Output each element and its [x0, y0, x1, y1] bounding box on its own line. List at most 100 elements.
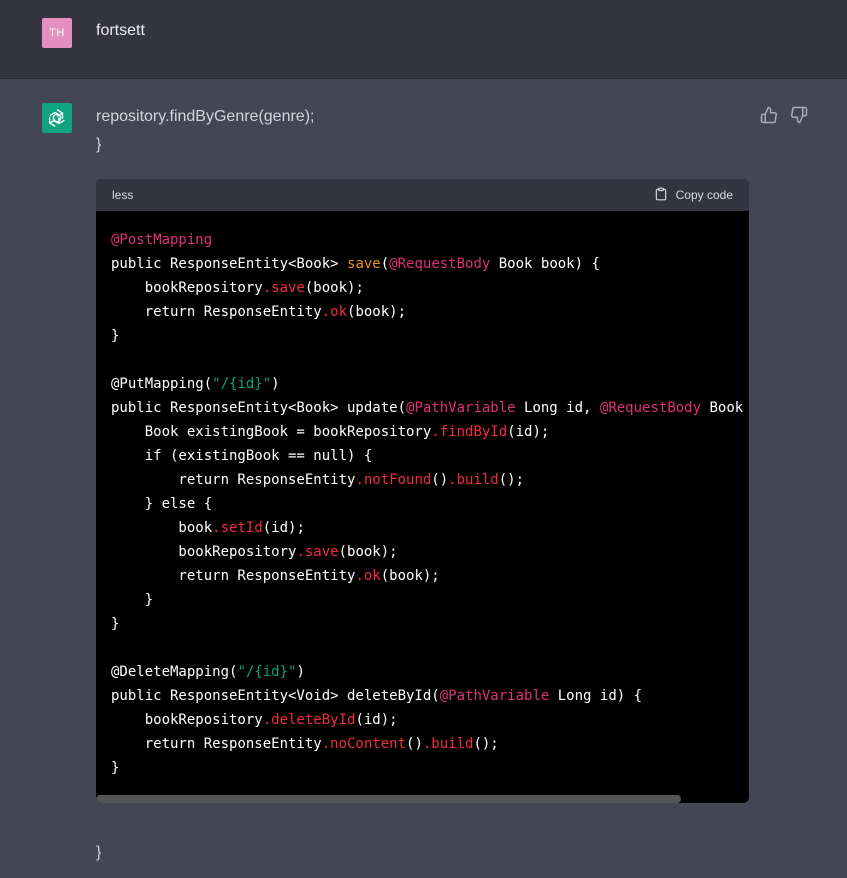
- code-token: }: [111, 592, 154, 608]
- code-line: public ResponseEntity<Book> update(@Path…: [111, 396, 743, 420]
- code-token: ): [296, 664, 305, 680]
- thumbs-down-icon[interactable]: [790, 106, 808, 124]
- code-token: @PathVariable: [439, 688, 550, 704]
- user-avatar: TH: [42, 18, 72, 48]
- code-token: return ResponseEntity: [111, 472, 356, 488]
- code-line: public ResponseEntity<Book> save(@Reques…: [111, 252, 734, 276]
- user-message-row: TH fortsett: [0, 0, 847, 79]
- code-line: }: [111, 756, 734, 780]
- code-token: }: [111, 328, 120, 344]
- copy-code-label: Copy code: [675, 188, 733, 202]
- code-line: return ResponseEntity.noContent().build(…: [111, 732, 734, 756]
- assistant-message-row: repository.findByGenre(genre); } less Co…: [0, 80, 847, 878]
- assistant-text-line: }: [96, 844, 102, 861]
- thumbs-up-icon[interactable]: [760, 106, 778, 124]
- code-token: .build: [422, 736, 474, 752]
- code-line: return ResponseEntity.notFound().build()…: [111, 468, 734, 492]
- code-token: Long id,: [515, 400, 600, 416]
- code-token: save: [347, 256, 381, 272]
- code-line: book.setId(id);: [111, 516, 734, 540]
- code-token: Book: [701, 400, 744, 416]
- code-token: @PutMapping(: [111, 376, 213, 392]
- code-language-label: less: [112, 188, 134, 202]
- clipboard-icon: [654, 187, 668, 204]
- code-token: (: [380, 256, 390, 272]
- user-message-text: fortsett: [96, 22, 145, 39]
- code-line: bookRepository.save(book);: [111, 276, 734, 300]
- code-line: public ResponseEntity<Void> deleteById(@…: [111, 684, 734, 708]
- code-token: @RequestBody: [599, 400, 702, 416]
- code-token: public ResponseEntity<Book>: [111, 256, 348, 272]
- chatgpt-logo-icon: [42, 103, 72, 133]
- code-token: Book existingBook = bookRepository: [111, 424, 432, 440]
- code-token: .noContent: [321, 736, 407, 752]
- code-line: } else {: [111, 492, 734, 516]
- code-token: ();: [473, 736, 499, 752]
- code-token: "/{id}": [212, 376, 272, 392]
- code-token: bookRepository: [111, 544, 297, 560]
- code-line: @PostMapping: [111, 228, 734, 252]
- code-token: public ResponseEntity<Void> deleteById(: [111, 688, 440, 704]
- code-token: @PathVariable: [406, 400, 516, 416]
- code-token: if (existingBook == null) {: [111, 448, 373, 464]
- code-line: @DeleteMapping("/{id}"): [111, 660, 734, 684]
- code-line: return ResponseEntity.ok(book);: [111, 564, 734, 588]
- code-token: return ResponseEntity: [111, 736, 322, 752]
- code-token: @PostMapping: [111, 232, 213, 248]
- code-token: .save: [262, 280, 305, 296]
- code-token: (id);: [262, 520, 305, 536]
- code-token: (book);: [338, 544, 398, 560]
- code-token: "/{id}": [237, 664, 297, 680]
- code-token: return ResponseEntity: [111, 568, 356, 584]
- user-avatar-initials: TH: [49, 27, 65, 39]
- code-line: bookRepository.deleteById(id);: [111, 708, 734, 732]
- code-line: }: [111, 324, 734, 348]
- code-token: (): [406, 736, 423, 752]
- code-token: } else {: [111, 496, 213, 512]
- code-token: Long id) {: [549, 688, 643, 704]
- code-token: @RequestBody: [389, 256, 491, 272]
- code-block-header: less Copy code: [96, 179, 749, 211]
- code-token: }: [111, 616, 120, 632]
- code-block: less Copy code @PostMapping public Respon…: [96, 179, 749, 803]
- code-line: }: [111, 612, 734, 636]
- code-line: Book existingBook = bookRepository.findB…: [111, 420, 734, 444]
- code-line: }: [111, 588, 734, 612]
- code-token: book: [111, 520, 213, 536]
- code-token: (book);: [347, 304, 407, 320]
- code-token: .ok: [355, 568, 381, 584]
- code-token: (): [431, 472, 449, 488]
- code-token: .findById: [431, 424, 508, 440]
- code-token: bookRepository: [111, 712, 263, 728]
- code-token: ();: [498, 472, 525, 488]
- code-token: (book);: [380, 568, 440, 584]
- code-token: bookRepository: [111, 280, 263, 296]
- code-line: if (existingBook == null) {: [111, 444, 734, 468]
- code-token: ): [271, 376, 280, 392]
- code-line: @PutMapping("/{id}"): [111, 372, 734, 396]
- code-line: return ResponseEntity.ok(book);: [111, 300, 734, 324]
- code-token: return ResponseEntity: [111, 304, 322, 320]
- code-token: .setId: [212, 520, 263, 536]
- code-line: bookRepository.save(book);: [111, 540, 734, 564]
- code-token: @DeleteMapping(: [111, 664, 238, 680]
- code-token: .deleteById: [262, 712, 356, 728]
- feedback-controls: [760, 106, 808, 124]
- code-token: (book);: [304, 280, 364, 296]
- code-token: .build: [448, 472, 499, 488]
- assistant-text-line: }: [96, 136, 102, 153]
- code-content[interactable]: @PostMapping public ResponseEntity<Book> …: [96, 211, 749, 787]
- scrollbar-thumb[interactable]: [96, 795, 681, 803]
- code-token: public ResponseEntity<Book> update(: [111, 400, 407, 416]
- code-token: }: [111, 760, 120, 776]
- horizontal-scrollbar[interactable]: [96, 795, 749, 803]
- code-token: .save: [296, 544, 339, 560]
- copy-code-button[interactable]: Copy code: [654, 187, 733, 204]
- code-token: Book book) {: [490, 256, 600, 272]
- code-token: .ok: [321, 304, 348, 320]
- code-token: .notFound: [355, 472, 432, 488]
- assistant-text-line: repository.findByGenre(genre);: [96, 108, 315, 125]
- code-token: (id);: [355, 712, 398, 728]
